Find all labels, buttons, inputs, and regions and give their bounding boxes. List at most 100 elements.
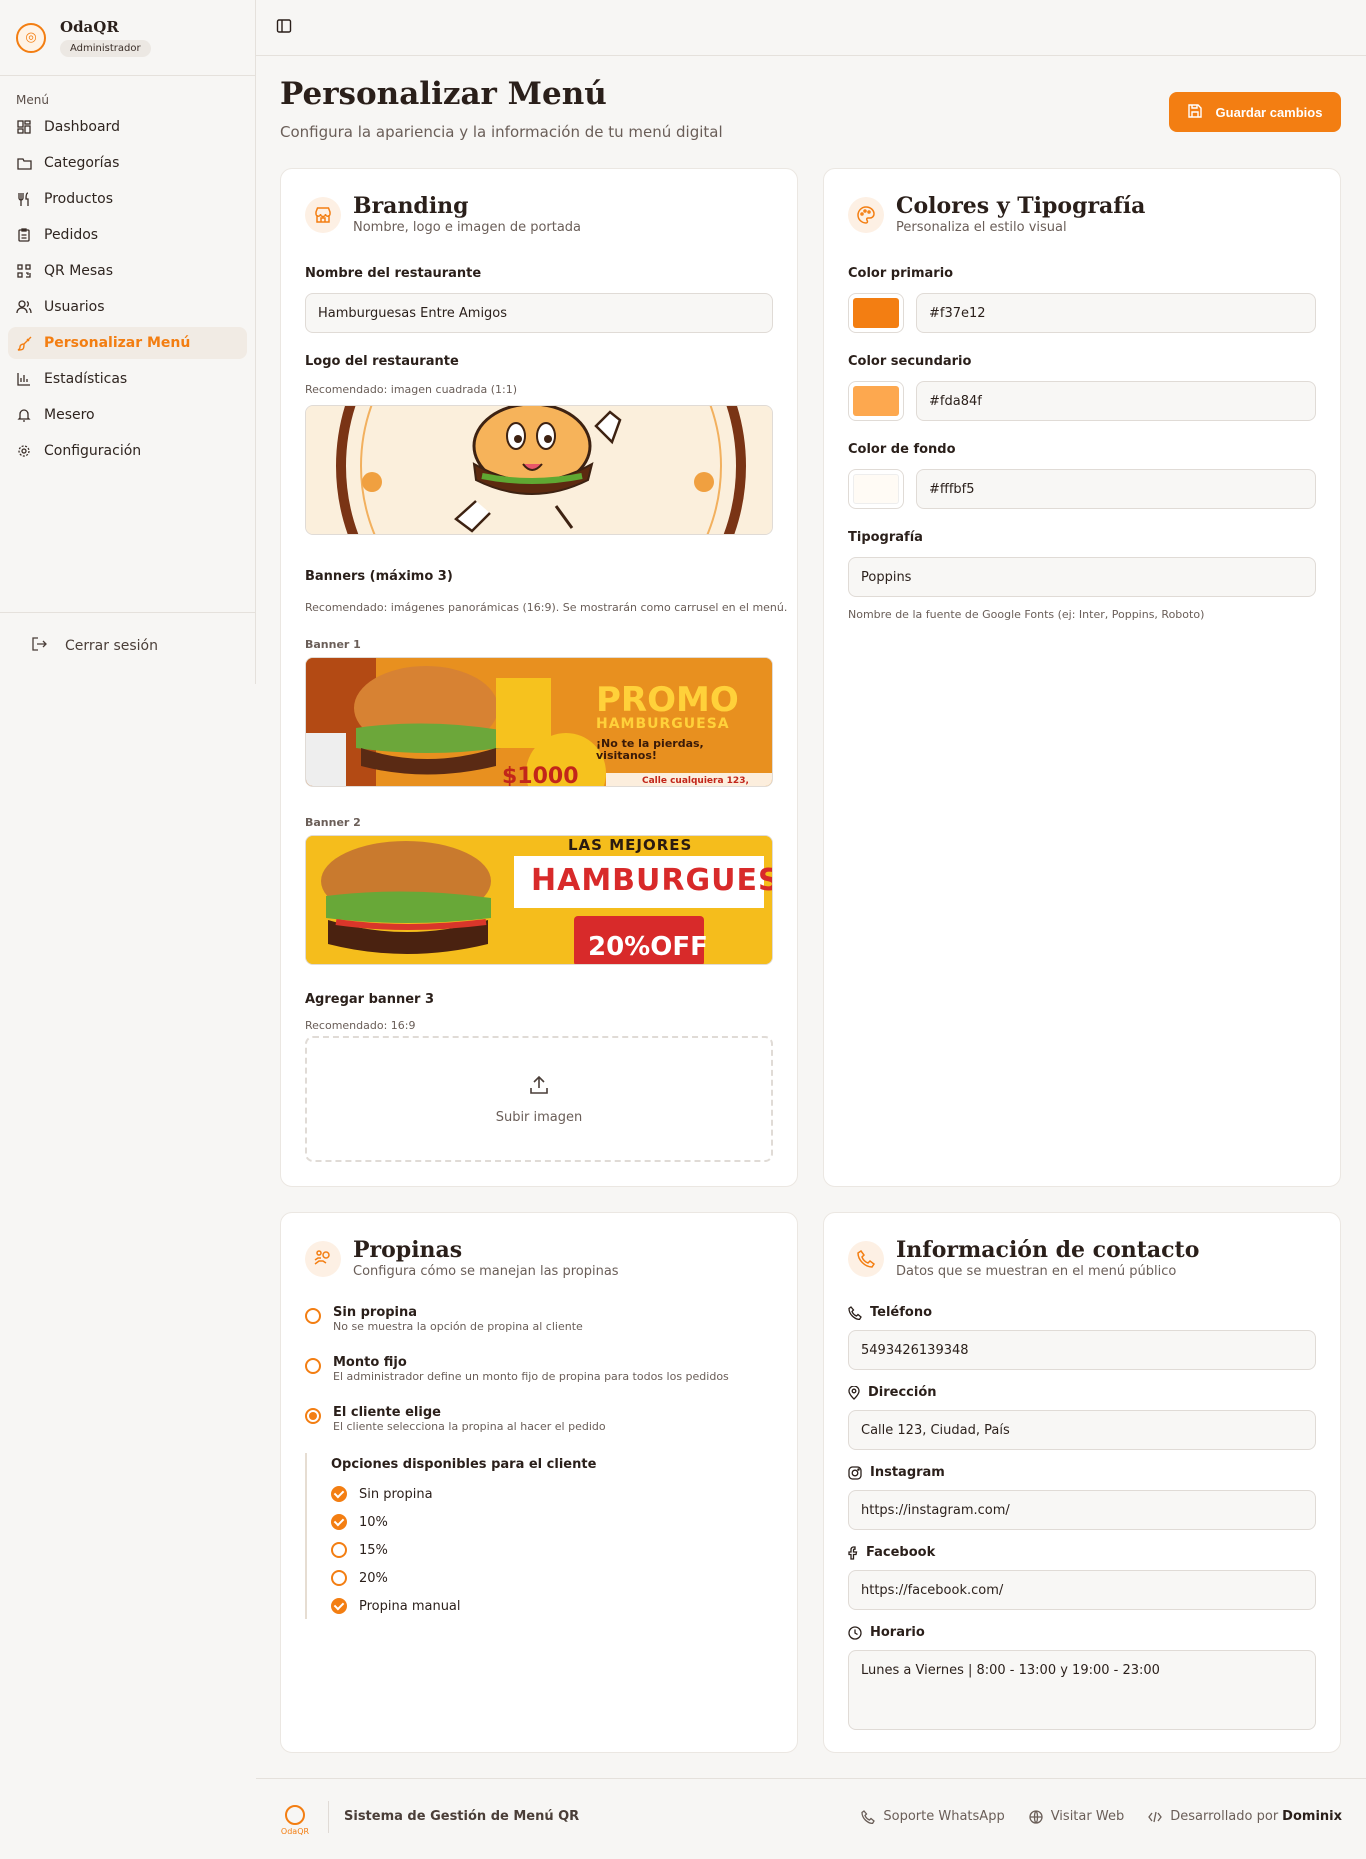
save-button[interactable]: Guardar cambios: [1169, 92, 1341, 132]
sidebar-toggle-icon[interactable]: [276, 18, 294, 36]
tips-subtitle: Configura cómo se manejan las propinas: [353, 1264, 619, 1279]
sidebar-item-usuarios[interactable]: Usuarios: [8, 291, 247, 323]
address-input[interactable]: Calle 123, Ciudad, País: [848, 1410, 1316, 1450]
font-input[interactable]: Poppins: [848, 557, 1316, 597]
background-color-input[interactable]: #fffbf5: [916, 469, 1316, 509]
footer: OdaQR Sistema de Gestión de Menú QR Sopo…: [256, 1778, 1366, 1859]
users-icon: [16, 299, 32, 315]
visit-web-link[interactable]: Visitar Web: [1029, 1809, 1124, 1824]
instagram-icon: [848, 1465, 862, 1480]
facebook-icon: [848, 1545, 858, 1560]
page-subtitle: Configura la apariencia y la información…: [280, 123, 723, 141]
hours-label: Horario: [848, 1625, 925, 1640]
sidebar-item-configuracion[interactable]: Configuración: [8, 435, 247, 467]
instagram-input[interactable]: https://instagram.com/: [848, 1490, 1316, 1530]
tip-option-desc: El administrador define un monto fijo de…: [333, 1370, 729, 1383]
client-option[interactable]: 15%: [331, 1542, 388, 1558]
banner1-promo: PROMO: [596, 680, 739, 720]
checkbox[interactable]: [331, 1486, 347, 1502]
developer-link[interactable]: Desarrollado por Dominix: [1148, 1809, 1342, 1824]
upload-dropzone[interactable]: Subir imagen: [305, 1036, 773, 1162]
whatsapp-support-link[interactable]: Soporte WhatsApp: [861, 1809, 1005, 1824]
logout-button[interactable]: Cerrar sesión: [32, 637, 255, 655]
client-option[interactable]: Sin propina: [331, 1486, 433, 1502]
sidebar-item-label: Personalizar Menú: [44, 335, 191, 351]
store-icon: [305, 197, 341, 233]
contact-card: Información de contacto Datos que se mue…: [823, 1212, 1341, 1753]
logout-icon: [32, 637, 47, 655]
checkbox[interactable]: [331, 1514, 347, 1530]
sidebar-item-mesero[interactable]: Mesero: [8, 399, 247, 431]
page-title: Personalizar Menú: [280, 76, 607, 112]
banner1-price: $1000: [502, 764, 579, 787]
banner2-off: 20%OFF: [588, 932, 708, 962]
sidebar-item-estadisticas[interactable]: Estadísticas: [8, 363, 247, 395]
client-option[interactable]: 20%: [331, 1570, 388, 1586]
radio-button-selected[interactable]: [305, 1408, 321, 1424]
secondary-color-swatch[interactable]: [848, 381, 904, 421]
folder-icon: [16, 155, 32, 171]
secondary-color-label: Color secundario: [848, 354, 972, 369]
tip-option-desc: No se muestra la opción de propina al cl…: [333, 1320, 583, 1333]
client-options-heading: Opciones disponibles para el cliente: [331, 1457, 597, 1472]
developer-name: Dominix: [1282, 1809, 1342, 1824]
client-option[interactable]: Propina manual: [331, 1598, 461, 1614]
hand-coins-icon: [305, 1241, 341, 1277]
facebook-input[interactable]: https://facebook.com/: [848, 1570, 1316, 1610]
checkbox[interactable]: [331, 1542, 347, 1558]
phone-icon: [861, 1809, 876, 1824]
topbar: [256, 0, 1366, 56]
primary-color-input[interactable]: #f37e12: [916, 293, 1316, 333]
client-option-label: 15%: [359, 1542, 388, 1558]
sidebar-item-dashboard[interactable]: Dashboard: [8, 111, 247, 143]
radio-button[interactable]: [305, 1308, 321, 1324]
upload-label: Subir imagen: [495, 1109, 583, 1125]
hours-textarea[interactable]: Lunes a Viernes | 8:00 - 13:00 y 19:00 -…: [848, 1650, 1316, 1730]
sidebar-item-categorias[interactable]: Categorías: [8, 147, 247, 179]
map-pin-icon: [848, 1385, 860, 1400]
sidebar-footer: Cerrar sesión: [0, 612, 255, 684]
banner2-image[interactable]: LAS MEJORES HAMBURGUESAS 20%OFF: [305, 835, 773, 965]
banners-hint: Recomendado: imágenes panorámicas (16:9)…: [305, 601, 788, 614]
sidebar: ◎ OdaQR Administrador Menú Dashboard Cat…: [0, 0, 256, 684]
logo-hint: Recomendado: imagen cuadrada (1:1): [305, 383, 518, 396]
sidebar-item-personalizar-menu[interactable]: Personalizar Menú: [8, 327, 247, 359]
sidebar-item-label: Pedidos: [44, 227, 99, 243]
tip-option-desc: El cliente selecciona la propina al hace…: [333, 1420, 606, 1433]
utensils-icon: [16, 191, 32, 207]
sidebar-item-productos[interactable]: Productos: [8, 183, 247, 215]
contact-subtitle: Datos que se muestran en el menú público: [896, 1264, 1177, 1279]
tip-option-client[interactable]: El cliente elige El cliente selecciona l…: [305, 1405, 606, 1433]
client-option[interactable]: 10%: [331, 1514, 388, 1530]
branding-subtitle: Nombre, logo e imagen de portada: [353, 220, 582, 235]
primary-color-swatch[interactable]: [848, 293, 904, 333]
checkbox[interactable]: [331, 1598, 347, 1614]
restaurant-name-input[interactable]: Hamburguesas Entre Amigos: [305, 293, 773, 333]
tip-option-title: El cliente elige: [333, 1405, 441, 1420]
tip-option-fixed[interactable]: Monto fijo El administrador define un mo…: [305, 1355, 729, 1383]
sidebar-item-qr-mesas[interactable]: QR Mesas: [8, 255, 247, 287]
background-color-label: Color de fondo: [848, 442, 956, 457]
logo-image[interactable]: [305, 405, 773, 535]
sidebar-item-pedidos[interactable]: Pedidos: [8, 219, 247, 251]
role-badge: Administrador: [60, 40, 151, 57]
client-option-label: Propina manual: [359, 1598, 461, 1614]
banner1-image[interactable]: PROMO HAMBURGUESA ¡No te la pierdas, vis…: [305, 657, 773, 787]
banner2-label: Banner 2: [305, 816, 361, 829]
tip-option-title: Sin propina: [333, 1305, 418, 1320]
phone-label: Teléfono: [848, 1305, 932, 1320]
font-hint: Nombre de la fuente de Google Fonts (ej:…: [848, 608, 1205, 621]
facebook-label: Facebook: [848, 1545, 935, 1560]
sidebar-item-label: QR Mesas: [44, 263, 114, 279]
sidebar-item-label: Configuración: [44, 443, 142, 459]
banner3-hint: Recomendado: 16:9: [305, 1019, 416, 1032]
colors-title: Colores y Tipografía: [896, 193, 1146, 219]
phone-icon: [848, 1241, 884, 1277]
secondary-color-input[interactable]: #fda84f: [916, 381, 1316, 421]
address-label: Dirección: [848, 1385, 937, 1400]
tip-option-none[interactable]: Sin propina No se muestra la opción de p…: [305, 1305, 583, 1333]
phone-input[interactable]: 5493426139348: [848, 1330, 1316, 1370]
background-color-swatch[interactable]: [848, 469, 904, 509]
radio-button[interactable]: [305, 1358, 321, 1374]
checkbox[interactable]: [331, 1570, 347, 1586]
